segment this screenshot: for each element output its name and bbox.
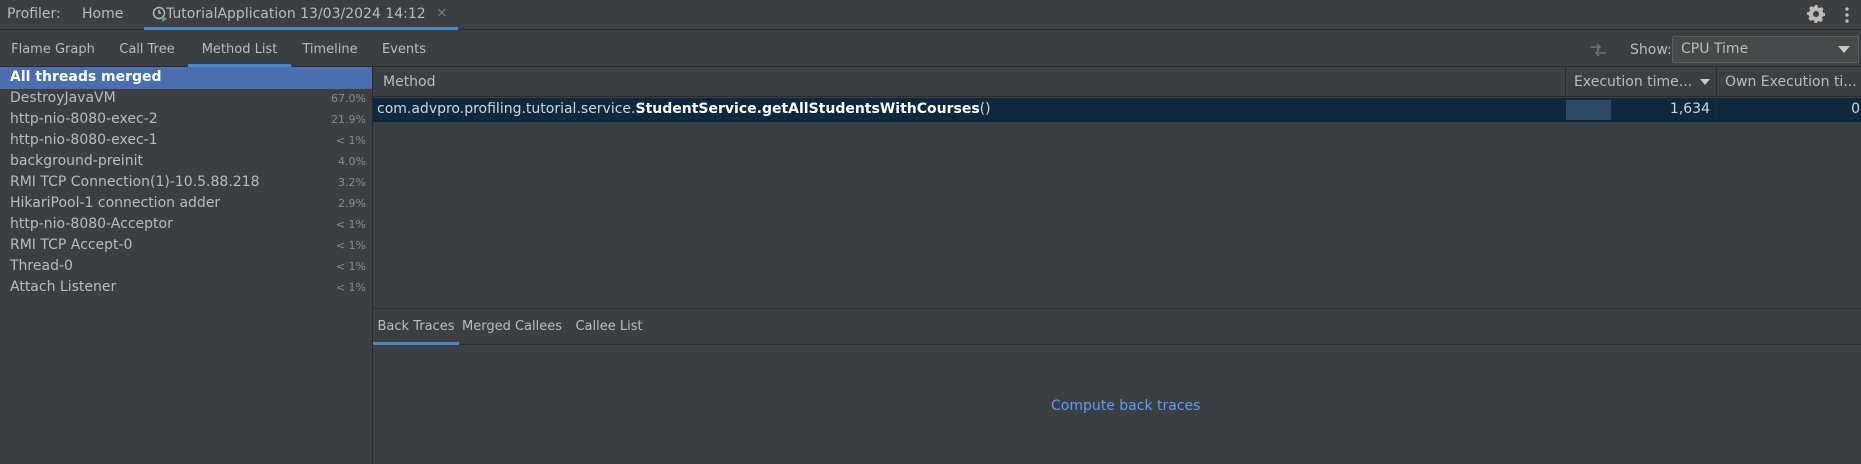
method-list-table: Method Execution time... Own Execution t…: [373, 67, 1861, 307]
tab-session[interactable]: TutorialApplication 13/03/2024 14:12 ×: [144, 0, 458, 30]
compare-arrows-icon[interactable]: [1587, 38, 1609, 60]
tab-label: Flame Graph: [11, 42, 95, 57]
execution-time-cell: 1,634: [1566, 98, 1716, 122]
tab-call-tree[interactable]: Call Tree: [106, 31, 188, 67]
column-label: Own Execution ti...: [1725, 74, 1857, 90]
thread-name: DestroyJavaVM: [10, 90, 116, 106]
tab-label: Merged Callees: [461, 319, 562, 334]
thread-percentage: 21.9%: [331, 113, 366, 126]
thread-percentage: < 1%: [335, 239, 366, 252]
thread-percentage: 67.0%: [331, 92, 366, 105]
tab-timeline[interactable]: Timeline: [291, 31, 369, 67]
thread-item-all-threads-merged[interactable]: All threads merged: [0, 67, 372, 89]
tab-flame-graph[interactable]: Flame Graph: [0, 31, 106, 67]
thread-name: http-nio-8080-exec-2: [10, 111, 158, 127]
thread-item[interactable]: http-nio-8080-Acceptor < 1%: [0, 214, 372, 235]
method-package: com.advpro.profiling.tutorial.service.: [377, 101, 636, 117]
thread-item[interactable]: Thread-0 < 1%: [0, 256, 372, 277]
thread-name: Thread-0: [10, 258, 73, 274]
tab-home[interactable]: Home: [70, 0, 130, 30]
column-label: Execution time...: [1574, 74, 1693, 90]
tab-merged-callees[interactable]: Merged Callees: [459, 309, 565, 345]
back-traces-panel: Back Traces Merged Callees Callee List C…: [373, 308, 1861, 464]
column-label: Method: [383, 74, 436, 90]
thread-percentage: < 1%: [335, 260, 366, 273]
bottom-tab-bar: Back Traces Merged Callees Callee List: [373, 309, 1861, 345]
thread-percentage: < 1%: [335, 281, 366, 294]
close-icon[interactable]: ×: [436, 5, 448, 21]
session-tab-title: TutorialApplication 13/03/2024 14:12: [166, 6, 426, 22]
execution-time-bar: [1566, 100, 1611, 120]
execution-time-value: 1,634: [1669, 101, 1710, 117]
tab-label: Callee List: [575, 319, 643, 334]
thread-percentage: 4.0%: [338, 155, 366, 168]
show-label: Show:: [1630, 42, 1672, 58]
thread-item[interactable]: Attach Listener < 1%: [0, 277, 372, 298]
tab-method-list[interactable]: Method List: [188, 31, 291, 67]
thread-name: RMI TCP Accept-0: [10, 237, 133, 253]
compute-back-traces-link[interactable]: Compute back traces: [1051, 398, 1200, 414]
thread-item[interactable]: DestroyJavaVM 67.0%: [0, 88, 372, 109]
thread-percentage: 2.9%: [338, 197, 366, 210]
tab-label: Events: [381, 42, 426, 57]
own-execution-time-value: 0: [1851, 101, 1860, 117]
column-header-own-execution-time[interactable]: Own Execution ti...: [1717, 67, 1861, 97]
thread-name: http-nio-8080-exec-1: [10, 132, 158, 148]
tab-events[interactable]: Events: [369, 31, 439, 67]
thread-item[interactable]: http-nio-8080-exec-2 21.9%: [0, 109, 372, 130]
tab-label: Timeline: [302, 42, 358, 57]
chevron-down-icon: [1838, 46, 1850, 53]
thread-item[interactable]: HikariPool-1 connection adder 2.9%: [0, 193, 372, 214]
show-selected-value: CPU Time: [1681, 41, 1749, 57]
show-metric-select[interactable]: CPU Time: [1672, 36, 1859, 63]
thread-percentage: 3.2%: [338, 176, 366, 189]
view-tab-bar: Flame Graph Call Tree Method List Timeli…: [0, 31, 1861, 67]
thread-name: HikariPool-1 connection adder: [10, 195, 221, 211]
thread-item[interactable]: RMI TCP Accept-0 < 1%: [0, 235, 372, 256]
thread-name: http-nio-8080-Acceptor: [10, 216, 173, 232]
tab-label: Method List: [201, 42, 278, 57]
more-vertical-icon[interactable]: [1843, 5, 1851, 25]
column-header-execution-time[interactable]: Execution time...: [1566, 67, 1717, 97]
method-params: (): [979, 101, 991, 117]
thread-name: Attach Listener: [10, 279, 117, 295]
tab-label: Call Tree: [119, 42, 175, 57]
table-row[interactable]: com.advpro.profiling.tutorial.service.St…: [373, 98, 1861, 122]
thread-item[interactable]: RMI TCP Connection(1)-10.5.88.218 3.2%: [0, 172, 372, 193]
threads-list: All threads merged DestroyJavaVM 67.0% http…: [0, 67, 373, 464]
method-name: com.advpro.profiling.tutorial.service.St…: [377, 101, 991, 117]
profiler-topbar: Profiler: Home TutorialApplication 13/03…: [0, 0, 1861, 30]
gear-icon[interactable]: [1806, 4, 1826, 24]
table-header: Method Execution time... Own Execution t…: [373, 67, 1861, 97]
column-header-method[interactable]: Method: [373, 67, 1566, 97]
profiler-label: Profiler:: [7, 6, 61, 22]
thread-percentage: < 1%: [335, 218, 366, 231]
tab-back-traces[interactable]: Back Traces: [373, 309, 459, 345]
thread-item[interactable]: http-nio-8080-exec-1 < 1%: [0, 130, 372, 151]
thread-name: RMI TCP Connection(1)-10.5.88.218: [10, 174, 260, 190]
thread-name: background-preinit: [10, 153, 143, 169]
thread-name: All threads merged: [10, 69, 162, 85]
thread-item[interactable]: background-preinit 4.0%: [0, 151, 372, 172]
tab-label: Back Traces: [377, 319, 455, 334]
thread-percentage: < 1%: [335, 134, 366, 147]
sort-descending-icon: [1700, 79, 1711, 85]
own-execution-time-cell: 0: [1717, 98, 1861, 122]
method-class-and-name: StudentService.getAllStudentsWithCourses: [635, 101, 980, 117]
home-tab-label: Home: [82, 6, 124, 22]
tab-callee-list[interactable]: Callee List: [565, 309, 653, 345]
